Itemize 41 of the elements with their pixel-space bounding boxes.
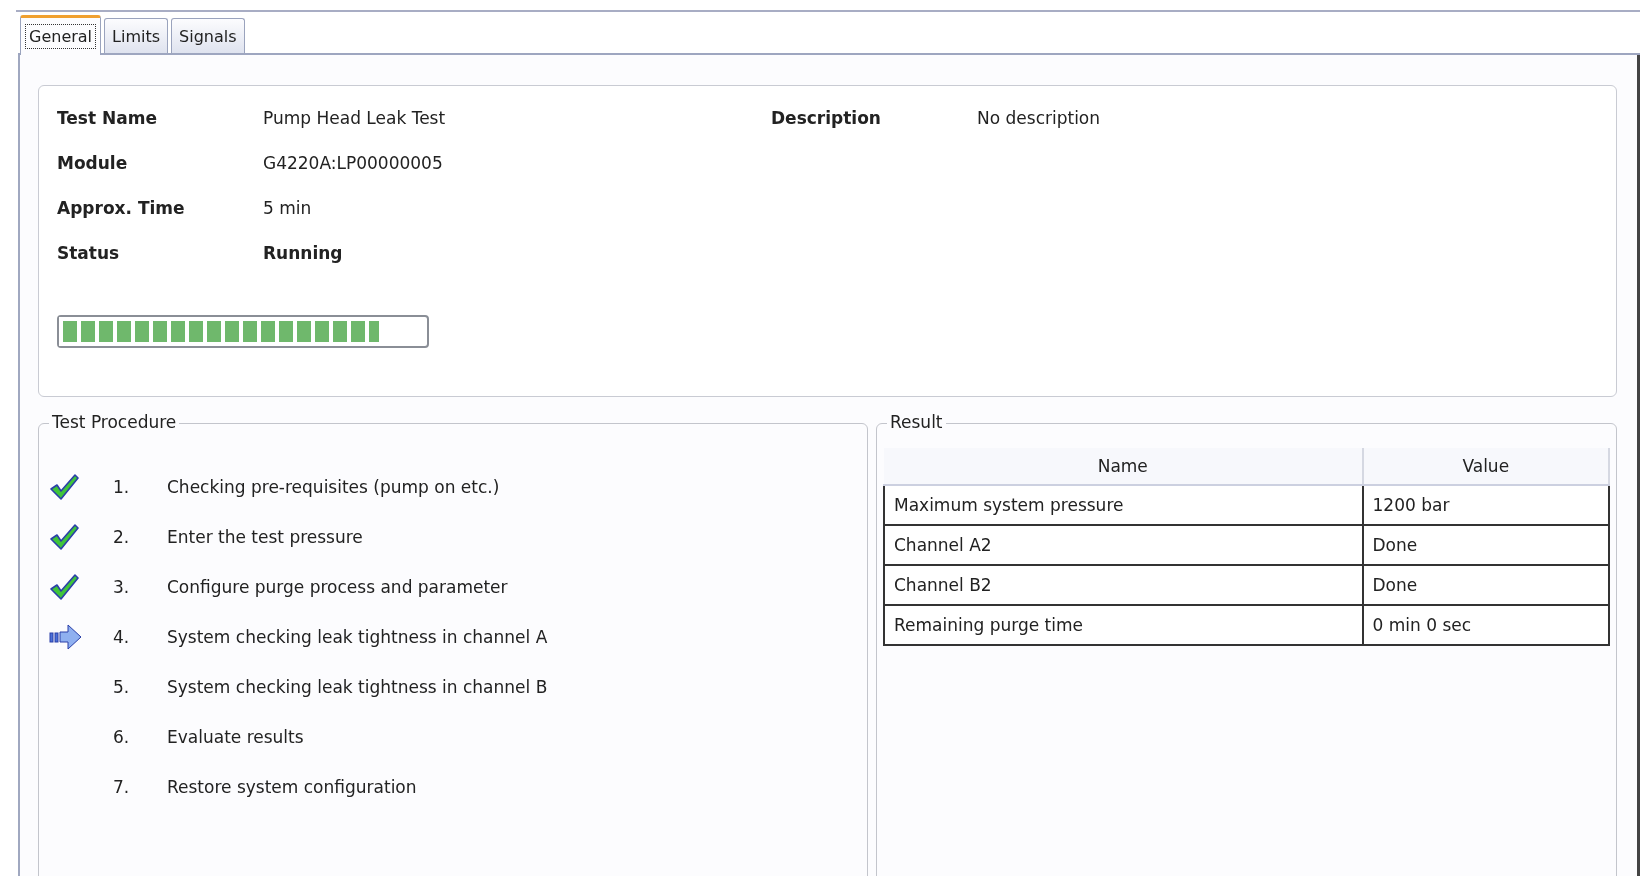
step-text: Checking pre-requisites (pump on etc.) — [167, 476, 500, 497]
arrow-icon — [49, 622, 83, 651]
step-text: System checking leak tightness in channel B — [167, 676, 548, 697]
field-label: Approx. Time — [57, 198, 186, 218]
step-text: Enter the test pressure — [167, 526, 363, 547]
table-cell: Done — [1362, 525, 1609, 565]
check-icon — [49, 572, 79, 601]
step-number: 2. — [113, 526, 131, 547]
table-cell: 0 min 0 sec — [1362, 605, 1609, 645]
check-icon — [49, 472, 79, 501]
step-text: System checking leak tightness in channel A — [167, 626, 548, 647]
field-label: Description — [771, 108, 882, 130]
table-cell: Channel A2 — [884, 525, 1363, 565]
field-label: Module — [57, 153, 129, 173]
step-number: 5. — [113, 676, 131, 697]
field-value: 5 min — [263, 198, 313, 218]
column-header[interactable]: Name — [884, 448, 1363, 485]
table-cell: Maximum system pressure — [884, 485, 1363, 525]
tab[interactable]: Signals — [171, 18, 245, 53]
check-icon — [49, 522, 79, 551]
tab[interactable]: Limits — [104, 18, 169, 53]
field-label: Test Name — [57, 108, 158, 128]
column-header[interactable]: Value — [1362, 448, 1609, 485]
step-number: 4. — [113, 626, 131, 647]
table-cell: Channel B2 — [884, 565, 1363, 605]
field-value: Pump Head Leak Test — [263, 108, 447, 128]
status-value: Running — [263, 243, 344, 263]
step-text: Restore system configuration — [167, 776, 417, 797]
tab[interactable]: General — [20, 15, 102, 55]
step-number: 1. — [113, 476, 131, 497]
table-cell: Done — [1362, 565, 1609, 605]
step-text: Configure purge process and parameter — [167, 576, 508, 597]
field-value: No description — [977, 108, 1101, 130]
field-value: G4220A:LP00000005 — [263, 153, 444, 173]
step-number: 3. — [113, 576, 131, 597]
step-number: 7. — [113, 776, 131, 797]
step-text: Evaluate results — [167, 726, 304, 747]
table-cell: 1200 bar — [1362, 485, 1609, 525]
step-number: 6. — [113, 726, 131, 747]
table-cell: Remaining purge time — [884, 605, 1363, 645]
field-label: Status — [57, 243, 121, 263]
